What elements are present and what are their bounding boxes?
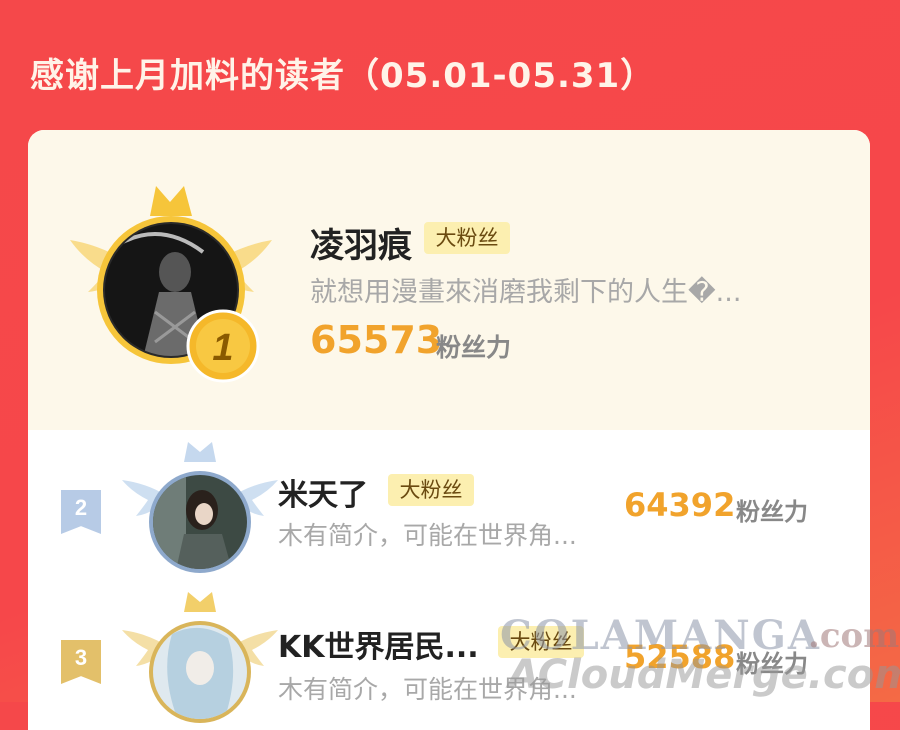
fan-power-score: 65573 [310,318,443,362]
rank-2-flag-icon: 2 [61,490,101,534]
rank-3-flag-icon: 3 [61,640,101,684]
svg-text:1: 1 [212,327,233,369]
fan-power-unit: 粉丝力 [736,498,808,526]
reader-name: KK世界居民... [278,630,479,665]
reader-bio: 就想用漫畫來消磨我剩下的人生�... [310,277,742,308]
rank-1-entry[interactable]: 1 凌羽痕 大粉丝 就想用漫畫來消磨我剩下的人生�... 65573 粉丝力 [28,130,870,430]
watermark-line-1-suffix: .com [808,616,900,656]
watermark-line-2: ACloudMerge.com [508,652,900,698]
fan-level-badge: 大粉丝 [424,222,510,254]
avatar [153,475,247,569]
reader-name: 凌羽痕 [310,226,412,266]
fan-level-badge: 大粉丝 [388,474,474,506]
fan-power-score: 64392 [624,486,736,524]
rank-1-medal-icon: 1 [186,309,260,383]
avatar [153,625,247,719]
rank-2-entry[interactable]: 2 米天了 大粉丝 木有简介，可能在世界角... 64392 粉丝力 [28,430,870,590]
fan-power-unit: 粉丝力 [436,333,512,362]
reader-name: 米天了 [278,478,368,513]
reader-bio: 木有简介，可能在世界角... [278,521,577,550]
page-title: 感谢上月加料的读者（05.01-05.31） [30,56,656,96]
